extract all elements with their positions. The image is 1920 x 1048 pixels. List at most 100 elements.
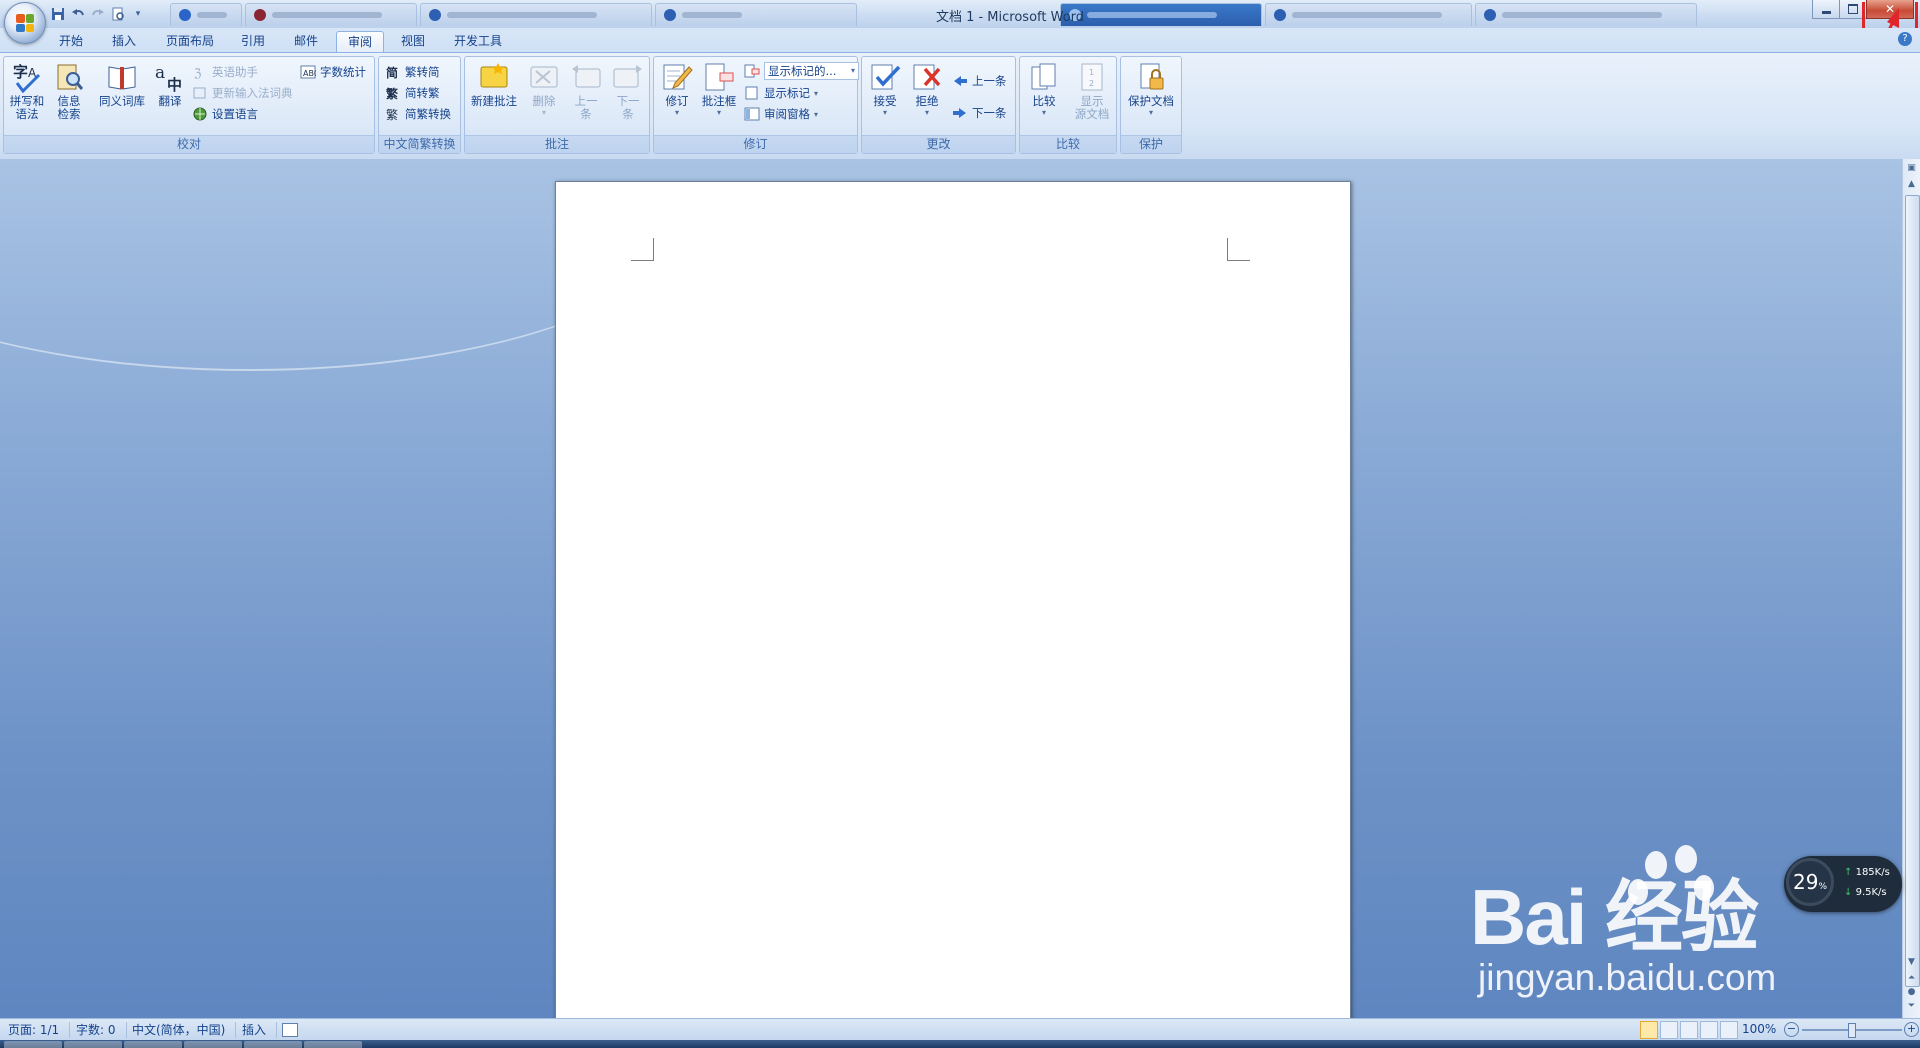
next-change-button[interactable]: 下一条 <box>952 103 1007 123</box>
show-source-documents-icon: 12 <box>1076 61 1108 93</box>
tab-developer[interactable]: 开发工具 <box>443 31 513 52</box>
taskbar-item[interactable] <box>124 1041 182 1048</box>
svg-text:中: 中 <box>167 76 182 93</box>
help-icon[interactable]: ? <box>1898 32 1912 46</box>
english-assistant-button[interactable]: ℨ 英语助手 <box>192 62 258 82</box>
taskbar-item[interactable] <box>244 1041 302 1048</box>
next-change-icon <box>952 105 968 121</box>
track-changes-button[interactable]: 修订 ▾ <box>656 59 698 135</box>
svg-text:1: 1 <box>1089 68 1094 77</box>
group-label-chinese-conversion: 中文简繁转换 <box>379 135 460 153</box>
vertical-scrollbar[interactable]: ▣ ▲ ▼ ⏶ ● ⏷ <box>1902 159 1920 1018</box>
scroll-up-icon[interactable]: ▲ <box>1904 177 1919 192</box>
full-screen-reading-icon[interactable] <box>1660 1021 1678 1039</box>
status-word-count[interactable]: 字数: 0 <box>76 1022 127 1038</box>
background-tab[interactable] <box>420 3 652 26</box>
show-markup-button[interactable]: 显示标记 ▾ <box>744 83 818 103</box>
taskbar-item[interactable] <box>4 1041 62 1048</box>
spelling-grammar-button[interactable]: 字A 拼写和 语法 <box>6 59 48 135</box>
spelling-grammar-label: 拼写和 语法 <box>9 94 45 121</box>
outline-view-icon[interactable] <box>1700 1021 1718 1039</box>
scroll-down-icon[interactable]: ▼ <box>1904 955 1919 970</box>
status-language[interactable]: 中文(简体，中国) <box>132 1022 237 1038</box>
display-for-review-select[interactable]: 显示标记的... ▾ <box>764 62 859 80</box>
background-tab[interactable] <box>245 3 417 26</box>
office-button[interactable] <box>4 2 46 44</box>
draft-view-icon[interactable] <box>1720 1021 1738 1039</box>
print-layout-view-icon[interactable] <box>1640 1021 1658 1039</box>
previous-page-icon[interactable]: ⏶ <box>1904 971 1919 986</box>
research-button[interactable]: 信息 检索 <box>48 59 90 135</box>
watermark-brand: Bai 经验 <box>1470 873 1759 961</box>
redo-icon[interactable] <box>90 6 106 22</box>
thesaurus-button[interactable]: 同义词库 <box>94 59 150 135</box>
word-count-button[interactable]: ABC 字数统计 <box>300 62 366 82</box>
background-tab[interactable] <box>1265 3 1472 26</box>
delete-comment-button[interactable]: 删除 ▾ <box>523 59 565 135</box>
zoom-out-icon[interactable]: − <box>1784 1022 1799 1037</box>
compare-button[interactable]: 比较 ▾ <box>1023 59 1065 135</box>
background-tab[interactable] <box>655 3 857 26</box>
tab-view[interactable]: 视图 <box>390 31 436 52</box>
set-language-button[interactable]: 设置语言 <box>192 104 258 124</box>
display-for-review-dropdown[interactable]: 显示标记的... ▾ <box>744 61 859 81</box>
svg-text:ℨ: ℨ <box>193 66 201 80</box>
group-comments: 新建批注 删除 ▾ 上一 条 下一 条 批注 <box>464 56 650 154</box>
previous-comment-button[interactable]: 上一 条 <box>565 59 607 135</box>
undo-icon[interactable] <box>70 6 86 22</box>
background-tab[interactable] <box>1475 3 1697 26</box>
show-source-documents-button[interactable]: 12 显示 源文档 <box>1068 59 1116 135</box>
reject-button[interactable]: 拒绝 ▾ <box>906 59 948 135</box>
tab-references[interactable]: 引用 <box>230 31 276 52</box>
reviewing-pane-button[interactable]: 审阅窗格 ▾ <box>744 104 818 124</box>
balloons-button[interactable]: 批注框 ▾ <box>698 59 740 135</box>
ruler-toggle-icon[interactable]: ▣ <box>1904 161 1919 176</box>
chinese-conversion-button[interactable]: 繁 简繁转换 <box>385 104 451 124</box>
save-icon[interactable] <box>50 6 66 22</box>
scroll-thumb[interactable] <box>1905 195 1920 987</box>
new-comment-button[interactable]: 新建批注 <box>467 59 521 135</box>
taskbar-item[interactable] <box>304 1041 362 1048</box>
next-comment-button[interactable]: 下一 条 <box>607 59 649 135</box>
traditional-to-simplified-button[interactable]: 简 繁转简 <box>385 62 440 82</box>
margin-corner-top-right <box>1227 238 1250 261</box>
english-assistant-icon: ℨ <box>192 64 208 80</box>
zoom-level[interactable]: 100% <box>1742 1022 1776 1036</box>
svg-text:字: 字 <box>13 63 28 81</box>
zoom-slider-thumb[interactable] <box>1848 1023 1856 1038</box>
accept-button[interactable]: 接受 ▾ <box>864 59 906 135</box>
status-insert-mode[interactable]: 插入 <box>242 1022 278 1038</box>
protect-document-label: 保护文档 <box>1128 94 1174 108</box>
tab-review[interactable]: 审阅 <box>336 31 385 52</box>
customize-qat-icon[interactable]: ▾ <box>130 6 146 22</box>
tab-insert[interactable]: 插入 <box>101 31 147 52</box>
trad-to-simp-icon: 简 <box>385 64 401 80</box>
print-preview-icon[interactable] <box>110 6 126 22</box>
translate-button[interactable]: a中 翻译 <box>149 59 191 135</box>
simplified-to-traditional-button[interactable]: 繁 简转繁 <box>385 83 440 103</box>
previous-change-button[interactable]: 上一条 <box>952 71 1007 91</box>
update-ime-dictionary-button[interactable]: 更新输入法词典 <box>192 83 293 103</box>
word-count-label: 字数统计 <box>320 65 366 79</box>
zoom-in-icon[interactable]: + <box>1904 1022 1919 1037</box>
previous-comment-label: 上一 条 <box>574 94 598 121</box>
browse-object-icon[interactable]: ● <box>1904 985 1919 1000</box>
simp-to-trad-icon: 繁 <box>385 85 401 101</box>
next-page-icon[interactable]: ⏷ <box>1904 999 1919 1014</box>
reject-label: 拒绝 <box>915 94 939 108</box>
background-tab[interactable] <box>170 3 242 26</box>
tab-home[interactable]: 开始 <box>48 31 94 52</box>
new-comment-label: 新建批注 <box>471 94 517 108</box>
tab-mailings[interactable]: 邮件 <box>283 31 329 52</box>
web-layout-view-icon[interactable] <box>1680 1021 1698 1039</box>
protect-document-button[interactable]: 保护文档 ▾ <box>1123 59 1179 135</box>
minimize-button[interactable] <box>1812 0 1840 19</box>
macro-recording-icon[interactable] <box>282 1023 298 1037</box>
status-page[interactable]: 页面: 1/1 <box>8 1022 71 1038</box>
previous-change-label: 上一条 <box>972 74 1007 88</box>
taskbar-item[interactable] <box>184 1041 242 1048</box>
office-logo-icon <box>16 14 34 32</box>
tab-page-layout[interactable]: 页面布局 <box>155 31 225 52</box>
document-page[interactable] <box>555 181 1351 1018</box>
taskbar-item[interactable] <box>64 1041 122 1048</box>
